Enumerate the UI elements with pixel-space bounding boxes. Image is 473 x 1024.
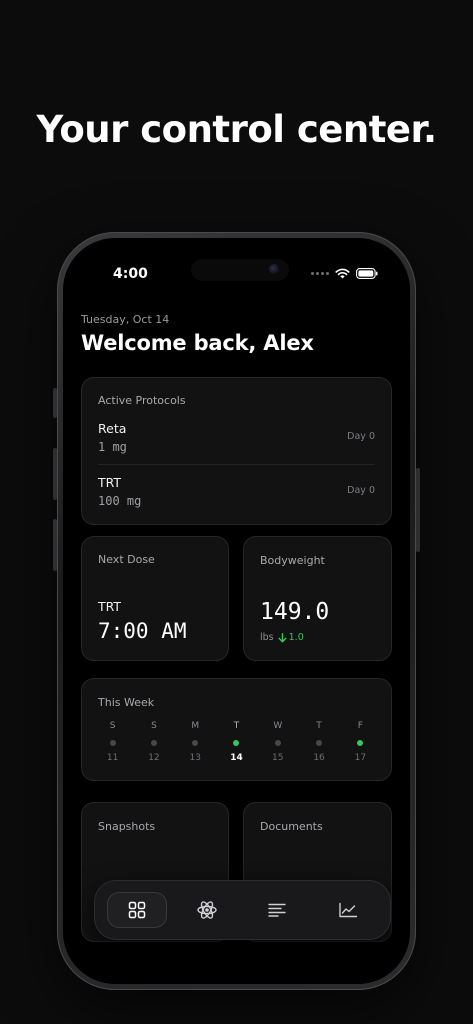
tab-protocols[interactable]: [177, 892, 237, 928]
day-status-dot: [192, 740, 199, 746]
day-status-dot: [233, 740, 240, 746]
app-screen: 4:00 Tuesday, Oct 14 Welcome back, Alex …: [63, 238, 410, 984]
day-letter: T: [316, 721, 322, 731]
day-number: 13: [189, 753, 201, 763]
next-dose-card[interactable]: Next Dose TRT 7:00 AM: [81, 536, 229, 661]
week-row: S 11 S 12 M 13 T 14 W 15 T 16 F 17: [92, 721, 381, 763]
grid-icon: [128, 901, 146, 919]
protocol-dose: 1 mg: [98, 440, 127, 454]
bodyweight-card[interactable]: Bodyweight 149.0 lbs 1.0: [243, 536, 392, 661]
wifi-icon: [335, 268, 350, 278]
power-button: [416, 468, 420, 552]
day-number: 15: [272, 753, 284, 763]
day-letter: M: [191, 721, 200, 731]
protocol-name: Reta: [98, 421, 127, 436]
card-title: Snapshots: [98, 820, 156, 833]
tab-log[interactable]: [247, 892, 307, 928]
week-day[interactable]: S 11: [92, 721, 133, 763]
card-title: Next Dose: [98, 553, 155, 566]
bodyweight-sub: lbs 1.0: [260, 632, 304, 643]
protocol-day: Day 0: [347, 431, 375, 442]
volume-down-button: [53, 519, 57, 571]
status-icons: [311, 266, 378, 280]
day-number: 11: [106, 753, 119, 763]
week-day[interactable]: M 13: [175, 721, 216, 763]
signal-icon: [311, 271, 329, 275]
day-number: 17: [354, 753, 367, 763]
protocol-day: Day 0: [347, 485, 375, 496]
day-number: 12: [148, 753, 160, 763]
list-icon: [268, 903, 286, 917]
hero-title: Your control center.: [36, 108, 437, 151]
day-status-dot: [109, 740, 116, 746]
day-status-dot: [150, 740, 157, 746]
day-letter: T: [233, 721, 240, 731]
card-title: Active Protocols: [98, 394, 186, 407]
protocol-dose: 100 mg: [98, 494, 142, 508]
date-label: Tuesday, Oct 14: [81, 313, 170, 326]
tab-dashboard[interactable]: [107, 892, 167, 928]
camera-icon: [269, 264, 279, 274]
day-letter: S: [109, 721, 116, 731]
card-title: This Week: [98, 696, 155, 709]
phone-frame: 4:00 Tuesday, Oct 14 Welcome back, Alex …: [53, 232, 420, 990]
battery-icon: [356, 267, 378, 279]
card-title: Documents: [260, 820, 323, 833]
day-status-dot: [316, 740, 323, 746]
this-week-card[interactable]: This Week S 11 S 12 M 13 T 14 W 15 T 16 …: [81, 678, 392, 781]
protocol-name: TRT: [98, 475, 122, 490]
welcome-heading: Welcome back, Alex: [81, 331, 314, 355]
status-time: 4:00: [113, 266, 148, 282]
bodyweight-delta: 1.0: [278, 632, 304, 643]
chart-icon: [339, 902, 358, 918]
day-status-dot: [274, 740, 281, 746]
day-letter: F: [357, 721, 363, 731]
bodyweight-unit: lbs: [260, 632, 274, 643]
day-letter: S: [151, 721, 157, 731]
next-dose-compound: TRT: [98, 599, 122, 614]
bodyweight-value: 149.0: [260, 599, 330, 625]
volume-up-button: [53, 448, 57, 500]
week-day[interactable]: T 14: [216, 721, 257, 763]
week-day[interactable]: F 17: [340, 721, 381, 763]
action-button: [53, 388, 57, 418]
day-letter: W: [273, 721, 283, 731]
atom-icon: [197, 901, 217, 919]
active-protocols-card[interactable]: Active Protocols Reta 1 mg Day 0 TRT 100…: [81, 377, 392, 525]
day-number: 14: [230, 753, 243, 763]
week-day[interactable]: S 12: [133, 721, 174, 763]
day-number: 16: [313, 753, 325, 763]
card-title: Bodyweight: [260, 554, 325, 567]
day-status-dot: [357, 740, 364, 746]
arrow-down-icon: [278, 632, 287, 642]
week-day[interactable]: W 15: [257, 721, 298, 763]
week-day[interactable]: T 16: [298, 721, 339, 763]
tab-trends[interactable]: [318, 892, 378, 928]
tab-bar: [94, 880, 391, 940]
divider: [98, 464, 375, 465]
next-dose-time: 7:00 AM: [98, 619, 187, 643]
bodyweight-delta-value: 1.0: [288, 632, 304, 643]
